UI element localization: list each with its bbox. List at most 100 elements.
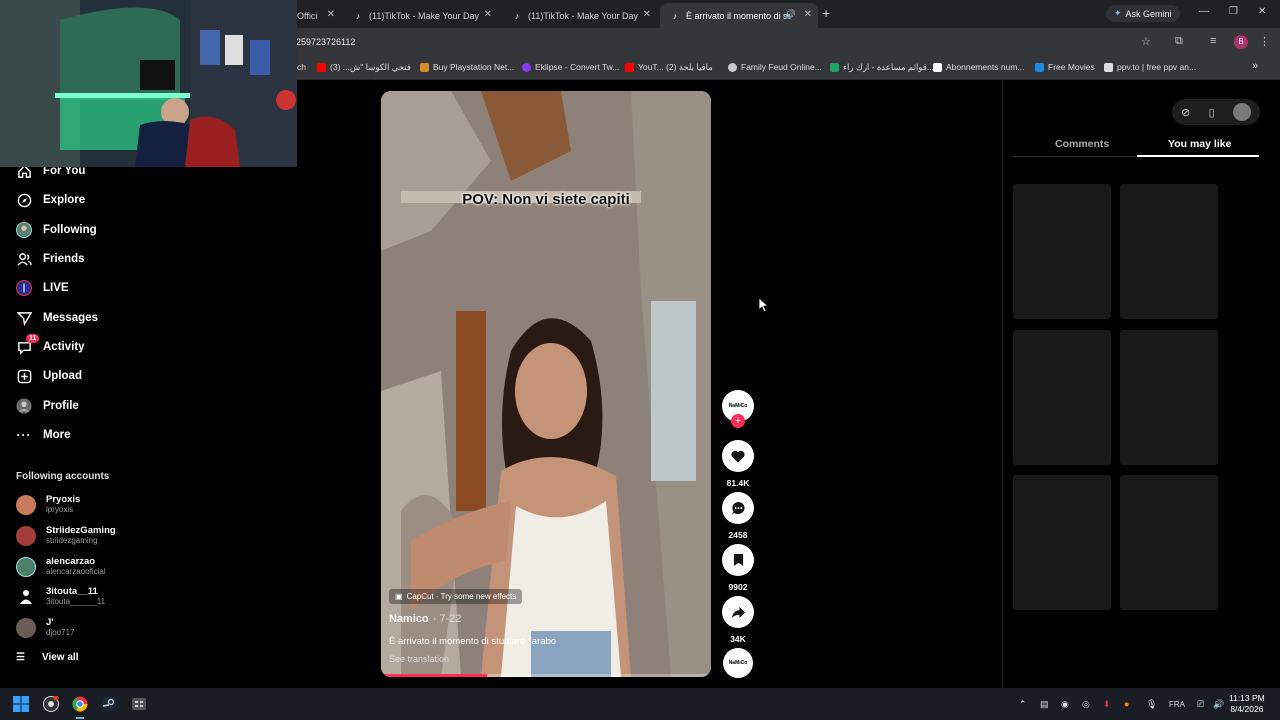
like-count: 81.4K [726,478,750,488]
following-account[interactable]: Pryoxis lpryoxis [16,494,80,515]
youtube-icon [625,63,634,72]
close-icon[interactable]: ✕ [327,9,335,20]
profile-avatar[interactable] [1232,103,1251,121]
bookmark[interactable]: قوائم مساعدة - ارك راء... [830,62,934,73]
chevron-up-icon[interactable]: ⌃ [1019,699,1027,710]
bookmark-label: قوائم مساعدة - ارك راء... [843,62,934,72]
suggested-video-placeholder[interactable] [1013,184,1111,319]
browser-tab-3[interactable]: ♪ (11)TikTok - Make Your Day ✕ [502,3,657,28]
device-icon[interactable]: ▯ [1209,106,1215,119]
system-clock[interactable]: 11:13 PM 8/4/2026 [1229,693,1265,715]
suggested-video-placeholder[interactable] [1120,330,1218,465]
ask-gemini-button[interactable]: ✦ Ask Gemini [1106,5,1180,22]
save-count: 9902 [728,582,748,592]
like-button[interactable]: 81.4K [722,440,754,488]
microphone-icon[interactable]: 🎙 [1146,699,1157,710]
sheets-icon [830,63,839,72]
obs-icon[interactable] [43,696,59,712]
apps-grid-icon[interactable] [131,696,147,712]
save-button[interactable]: 9902 [722,544,754,592]
menu-icon[interactable]: ⋮ [1259,35,1270,48]
new-tab-button[interactable]: + [822,5,830,21]
profile-avatar-icon [16,398,32,414]
movie-icon [1035,62,1044,72]
share-button[interactable]: 34K [722,596,754,644]
nav-label: More [43,429,71,441]
media-control-icon[interactable]: ≡ [1210,35,1216,47]
steam-icon[interactable] [101,696,117,712]
chrome-icon[interactable] [72,696,88,712]
bookmark-label: ch [297,62,306,72]
following-account[interactable]: StriidezGaming striidezgaming [16,525,116,546]
url-field[interactable]: 259723726112 [296,37,355,47]
nav-live[interactable]: LIVE [16,280,69,296]
nav-explore[interactable]: Explore [16,192,85,208]
following-account[interactable]: alencarzao alencarzaooficial [16,556,106,577]
view-all-button[interactable]: ☰ View all [16,652,78,663]
extensions-icon[interactable]: ⧉ [1175,35,1183,48]
bookmark[interactable]: Family Feud Online... [728,62,822,72]
close-icon[interactable]: ✕ [484,9,492,20]
tray-app-icon[interactable]: ⬇ [1103,699,1111,710]
minimize-icon[interactable]: — [1199,6,1209,17]
creator-avatar-button[interactable]: NaMiCo + [722,390,754,428]
close-icon[interactable]: ✕ [643,9,651,20]
bookmark[interactable]: Eklipse - Convert Tw... [522,62,619,72]
nav-more[interactable]: ··· More [16,427,71,443]
network-icon[interactable]: ⎚ [1197,699,1204,710]
steam-tray-icon[interactable]: ◉ [1061,699,1069,710]
nav-profile[interactable]: Profile [16,398,79,414]
bookmark[interactable]: فتحي الكوسا "ش... (3) [317,62,411,73]
close-window-icon[interactable]: ✕ [1258,6,1266,17]
comment-button[interactable]: 2458 [722,492,754,540]
nav-upload[interactable]: Upload [16,368,82,384]
account-handle: lpryoxis [46,505,74,514]
browser-profile-avatar[interactable]: B [1234,35,1248,49]
following-account[interactable]: J' djoo717 [16,617,74,638]
tab-you-may-like[interactable]: You may like [1168,138,1231,150]
star-icon[interactable]: ☆ [1141,35,1151,48]
bookmark[interactable]: Buy Playstation Net... [420,62,514,72]
speaker-icon[interactable]: 🔊 [785,9,796,20]
bookmark[interactable]: ch [297,62,306,72]
browser-tab-1[interactable]: Offici ✕ [297,3,341,28]
tray-app-icon[interactable]: ▤ [1040,699,1049,710]
suggested-video-placeholder[interactable] [1013,330,1111,465]
bookmark[interactable]: ppv.to | free ppv an... [1104,62,1196,72]
sound-disc-button[interactable]: NaMiCo [722,648,754,678]
follow-plus-icon[interactable]: + [731,414,745,428]
tray-app-icon[interactable]: ◎ [1082,699,1090,710]
video-progress-bar[interactable] [381,674,711,677]
bookmark[interactable]: YouT... مافيا بلحة (2) [625,62,713,73]
language-indicator[interactable]: FRA [1169,700,1185,709]
nav-messages[interactable]: Messages [16,310,98,326]
browser-tab-active[interactable]: ♪ È arrivato il momento di stu 🔊 ✕ [660,3,818,28]
progress-fill [381,674,487,677]
nav-following[interactable]: Following [16,222,97,238]
active-tab-indicator [1137,155,1259,157]
tab-comments[interactable]: Comments [1055,138,1109,150]
nav-activity[interactable]: 11 Activity [16,334,85,355]
bookmark[interactable]: Free Movies [1035,62,1095,72]
suggested-video-placeholder[interactable] [1120,184,1218,319]
close-icon[interactable]: ✕ [804,9,812,20]
windows-start-icon[interactable] [13,696,29,712]
bookmark-label: YouT... مافيا بلحة (2) [638,62,713,72]
bookmark[interactable]: Abonnements num... [933,62,1024,72]
nav-friends[interactable]: Friends [16,251,85,267]
tray-app-icon[interactable]: ● [1124,699,1129,709]
see-translation-link[interactable]: See translation [389,654,449,664]
compass-icon[interactable]: ⊘ [1181,106,1190,119]
suggested-video-placeholder[interactable] [1013,475,1111,610]
right-panel-toolbar: ⊘ ▯ [1172,99,1260,125]
more-bookmarks-icon[interactable]: » [1252,60,1258,72]
maximize-icon[interactable]: ❐ [1229,6,1238,17]
effect-tag[interactable]: ▣ CapCut · Try some new effects [389,589,523,604]
following-account[interactable]: 3itouta__11 3itouta______11 [16,586,105,607]
video-player[interactable]: POV: Non vi siete capiti ▣ CapCut · Try … [381,91,711,677]
video-creator[interactable]: Namico · 7-22 [389,613,462,625]
suggested-video-placeholder[interactable] [1120,475,1218,610]
volume-icon[interactable]: 🔊 [1213,699,1224,710]
nav-label: Following [43,224,97,236]
browser-tab-2[interactable]: ♪ (11)TikTok - Make Your Day ✕ [343,3,498,28]
